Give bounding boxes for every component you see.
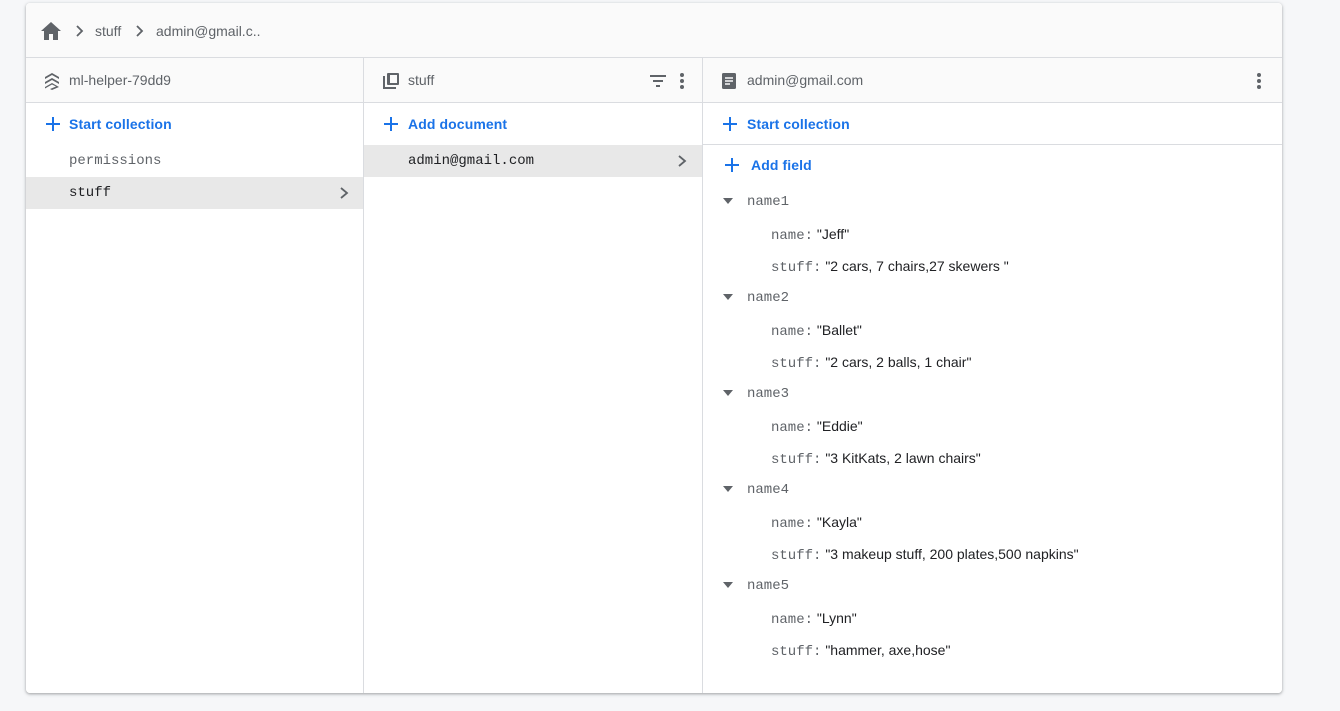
- collection-item-permissions[interactable]: permissions: [26, 145, 363, 177]
- field-row[interactable]: name: "Kayla": [771, 506, 862, 538]
- field-key: name5: [747, 578, 790, 594]
- breadcrumb-item-stuff[interactable]: stuff: [95, 3, 121, 58]
- collection-panel-header: stuff: [364, 58, 702, 103]
- collection-title: stuff: [408, 72, 435, 88]
- map-field-toggle[interactable]: name2: [703, 282, 1282, 314]
- map-field-toggle[interactable]: name4: [703, 474, 1282, 506]
- field-subkey: stuff:: [771, 548, 822, 564]
- plus-icon: [725, 158, 739, 172]
- chevron-right-icon: [136, 25, 144, 37]
- home-icon[interactable]: [40, 3, 62, 58]
- plus-icon: [384, 117, 398, 131]
- document-title: admin@gmail.com: [747, 72, 864, 88]
- document-icon: [722, 73, 736, 89]
- field-row[interactable]: stuff: "3 makeup stuff, 200 plates,500 n…: [771, 538, 1079, 570]
- field-key: name3: [747, 386, 790, 402]
- breadcrumb: stuff admin@gmail.c..: [26, 3, 1282, 58]
- firestore-icon: [45, 73, 59, 90]
- more-vert-icon[interactable]: [1249, 71, 1269, 91]
- filter-icon[interactable]: [648, 71, 668, 91]
- field-key: name1: [747, 194, 790, 210]
- add-field-button[interactable]: Add field: [703, 145, 1282, 185]
- field-row[interactable]: stuff: "2 cars, 2 balls, 1 chair": [771, 346, 971, 378]
- map-field-toggle[interactable]: name3: [703, 378, 1282, 410]
- add-document-label: Add document: [408, 116, 508, 132]
- start-collection-button[interactable]: Start collection: [26, 104, 363, 144]
- more-vert-icon[interactable]: [672, 71, 692, 91]
- plus-icon: [723, 117, 737, 131]
- root-panel: ml-helper-79dd9 Start collection permiss…: [26, 58, 364, 693]
- field-row[interactable]: name: "Jeff": [771, 218, 849, 250]
- document-panel-header: admin@gmail.com: [703, 58, 1282, 103]
- firestore-data-viewer: stuff admin@gmail.c.. ml-helper-79dd9 St…: [26, 3, 1282, 693]
- chevron-right-icon: [678, 155, 687, 167]
- list-item-label: permissions: [69, 153, 162, 169]
- root-panel-header: ml-helper-79dd9: [26, 58, 363, 103]
- field-value: "3 makeup stuff, 200 plates,500 napkins": [825, 546, 1079, 562]
- field-value: "2 cars, 2 balls, 1 chair": [825, 354, 972, 370]
- field-value: "Lynn": [816, 610, 857, 626]
- field-value: "Kayla": [816, 514, 862, 530]
- add-field-label: Add field: [751, 157, 812, 173]
- field-value: "Eddie": [816, 418, 863, 434]
- caret-down-icon: [723, 390, 733, 396]
- field-subkey: stuff:: [771, 260, 822, 276]
- field-subkey: name:: [771, 420, 814, 436]
- collection-item-stuff[interactable]: stuff: [26, 177, 363, 209]
- map-field-toggle[interactable]: name1: [703, 186, 1282, 218]
- map-field-toggle[interactable]: name5: [703, 570, 1282, 602]
- field-key: name4: [747, 482, 790, 498]
- field-value: "hammer, axe,hose": [825, 642, 951, 658]
- field-value: "Ballet": [816, 322, 862, 338]
- plus-icon: [46, 117, 60, 131]
- field-subkey: name:: [771, 324, 814, 340]
- field-row[interactable]: name: "Ballet": [771, 314, 862, 346]
- field-subkey: stuff:: [771, 644, 822, 660]
- document-panel: admin@gmail.com Start collection Add fie…: [703, 58, 1282, 693]
- caret-down-icon: [723, 198, 733, 204]
- field-subkey: name:: [771, 516, 814, 532]
- field-row[interactable]: stuff: "hammer, axe,hose": [771, 634, 950, 666]
- field-subkey: stuff:: [771, 356, 822, 372]
- caret-down-icon: [723, 294, 733, 300]
- project-title: ml-helper-79dd9: [69, 72, 171, 88]
- start-collection-label: Start collection: [69, 116, 172, 132]
- list-item-label: admin@gmail.com: [408, 153, 535, 169]
- caret-down-icon: [723, 582, 733, 588]
- field-row[interactable]: stuff: "2 cars, 7 chairs,27 skewers ": [771, 250, 1009, 282]
- collection-icon: [383, 73, 399, 89]
- chevron-right-icon: [76, 25, 84, 37]
- caret-down-icon: [723, 486, 733, 492]
- start-collection-label: Start collection: [747, 116, 850, 132]
- field-subkey: name:: [771, 612, 814, 628]
- chevron-right-icon: [340, 187, 349, 199]
- field-row[interactable]: name: "Lynn": [771, 602, 857, 634]
- field-value: "Jeff": [816, 226, 850, 242]
- document-item-admin[interactable]: admin@gmail.com: [364, 145, 702, 177]
- collection-panel: stuff Add document admin@gmail.com: [364, 58, 703, 693]
- field-value: "3 KitKats, 2 lawn chairs": [825, 450, 981, 466]
- start-subcollection-button[interactable]: Start collection: [703, 104, 1282, 145]
- field-subkey: name:: [771, 228, 814, 244]
- field-value: "2 cars, 7 chairs,27 skewers ": [825, 258, 1009, 274]
- field-row[interactable]: name: "Eddie": [771, 410, 863, 442]
- field-row[interactable]: stuff: "3 KitKats, 2 lawn chairs": [771, 442, 981, 474]
- breadcrumb-item-document[interactable]: admin@gmail.c..: [156, 3, 260, 58]
- field-key: name2: [747, 290, 790, 306]
- add-document-button[interactable]: Add document: [364, 104, 702, 144]
- list-item-label: stuff: [69, 185, 112, 201]
- field-subkey: stuff:: [771, 452, 822, 468]
